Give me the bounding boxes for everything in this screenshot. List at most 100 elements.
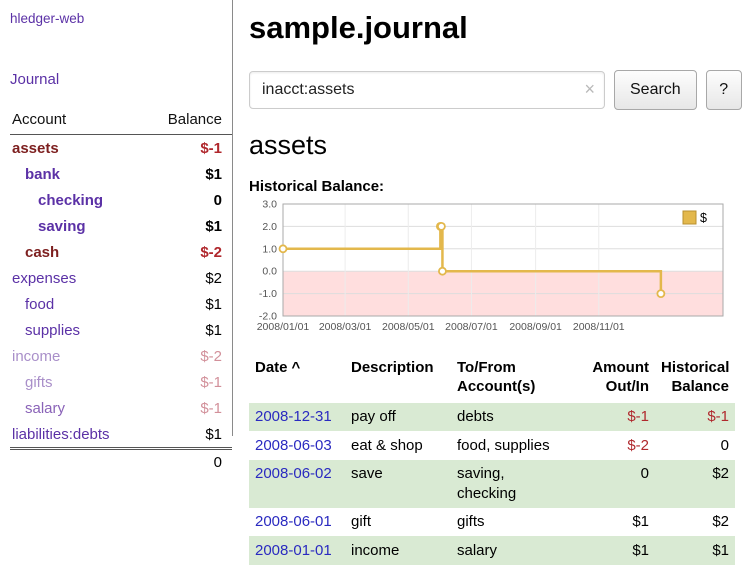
help-button[interactable]: ? (706, 70, 742, 110)
svg-text:2008/11/01: 2008/11/01 (573, 321, 625, 333)
account-link[interactable]: saving (38, 218, 86, 235)
journal-link[interactable]: Journal (10, 71, 59, 88)
transaction-date-link[interactable]: 2008-06-02 (255, 465, 332, 482)
register-row: 2008-12-31pay offdebts$-1$-1 (249, 403, 735, 432)
transaction-description: gift (345, 508, 451, 537)
svg-text:1.0: 1.0 (262, 243, 277, 255)
balance-chart: 3.02.01.00.0-1.0-2.02008/01/012008/03/01… (249, 198, 742, 348)
account-heading: assets (249, 130, 742, 161)
sort-ascending-icon: ^ (292, 359, 301, 376)
accounts-body: assets$-1bank$1checking0saving$1cash$-2e… (10, 135, 232, 449)
transaction-description: pay off (345, 403, 451, 432)
account-balance: $-1 (143, 135, 232, 162)
account-balance: $1 (143, 213, 232, 239)
account-link[interactable]: supplies (25, 322, 80, 339)
transaction-description: save (345, 460, 451, 508)
account-balance: $-1 (143, 395, 232, 421)
register-row: 2008-06-01giftgifts$1$2 (249, 508, 735, 537)
transaction-amount: $1 (581, 536, 655, 565)
svg-text:0.0: 0.0 (262, 266, 277, 278)
register-row: 2008-06-02 savesaving, checking0$2 (249, 460, 735, 508)
chart-heading: Historical Balance: (249, 178, 742, 195)
register-row: 2008-01-01incomesalary$1$1 (249, 536, 735, 565)
account-link[interactable]: bank (25, 166, 60, 183)
transaction-date-link[interactable]: 2008-06-01 (255, 513, 332, 530)
search-row: × Search ? (249, 70, 742, 110)
register-header-description: Description (345, 357, 451, 403)
account-row: bank $1 (10, 161, 232, 187)
register-header-amount: Amount Out/In (581, 357, 655, 403)
transaction-accounts: salary (451, 536, 581, 565)
account-row: gifts $-1 (10, 369, 232, 395)
svg-text:-1.0: -1.0 (259, 288, 277, 300)
accounts-table: Account Balance assets $-1 bank $1 checking 0… (10, 108, 232, 471)
svg-text:2.0: 2.0 (262, 221, 277, 233)
transaction-accounts: saving, checking (451, 460, 581, 508)
account-balance: $-2 (143, 239, 232, 265)
account-balance: $-1 (143, 369, 232, 395)
register-header-accounts: To/From Account(s) (451, 357, 581, 403)
transaction-balance: $2 (655, 460, 735, 508)
register-header-balance: Historical Balance (655, 357, 735, 403)
svg-text:2008/03/01: 2008/03/01 (319, 321, 372, 333)
transaction-date-link[interactable]: 2008-12-31 (255, 408, 332, 425)
transaction-description: income (345, 536, 451, 565)
account-balance: $1 (143, 291, 232, 317)
svg-text:2008/07/01: 2008/07/01 (445, 321, 498, 333)
transaction-amount: 0 (581, 460, 655, 508)
accounts-header-account: Account (10, 108, 143, 135)
account-row: salary $-1 (10, 395, 232, 421)
account-balance: $-2 (143, 343, 232, 369)
account-link[interactable]: assets (12, 140, 59, 157)
accounts-total: 0 (143, 449, 232, 472)
transaction-accounts: food, supplies (451, 431, 581, 460)
transaction-balance: 0 (655, 431, 735, 460)
transaction-balance: $2 (655, 508, 735, 537)
page-title: sample.journal (249, 10, 742, 46)
transaction-description: eat & shop (345, 431, 451, 460)
account-link[interactable]: salary (25, 400, 65, 417)
register-body: 2008-12-31pay offdebts$-1$-12008-06-03ea… (249, 403, 735, 565)
account-link[interactable]: gifts (25, 374, 53, 391)
transaction-amount: $-2 (581, 431, 655, 460)
account-balance: $1 (143, 421, 232, 449)
register-header-date[interactable]: Date^ (249, 357, 345, 403)
account-link[interactable]: checking (38, 192, 103, 209)
account-link[interactable]: food (25, 296, 54, 313)
account-row: food $1 (10, 291, 232, 317)
account-row: expenses $2 (10, 265, 232, 291)
transaction-balance: $1 (655, 536, 735, 565)
account-link[interactable]: expenses (12, 270, 76, 287)
transaction-balance: $-1 (655, 403, 735, 432)
transaction-date-link[interactable]: 2008-06-03 (255, 437, 332, 454)
search-button[interactable]: Search (614, 70, 697, 110)
account-link[interactable]: income (12, 348, 60, 365)
transaction-accounts: debts (451, 403, 581, 432)
historical-balance-chart: 3.02.01.00.0-1.0-2.02008/01/012008/03/01… (249, 198, 731, 344)
app-title-link[interactable]: hledger-web (10, 11, 84, 26)
account-balance: 0 (143, 187, 232, 213)
svg-text:2008/05/01: 2008/05/01 (382, 321, 435, 333)
clear-search-icon[interactable]: × (584, 79, 595, 99)
account-balance: $1 (143, 317, 232, 343)
account-row: checking 0 (10, 187, 232, 213)
account-link[interactable]: liabilities:debts (12, 426, 110, 443)
account-link[interactable]: cash (25, 244, 59, 261)
accounts-header-balance: Balance (143, 108, 232, 135)
svg-text:2008/01/01: 2008/01/01 (257, 321, 310, 333)
account-balance: $1 (143, 161, 232, 187)
svg-text:3.0: 3.0 (262, 199, 277, 211)
account-row: income $-2 (10, 343, 232, 369)
sidebar: hledger-web Journal Account Balance asse… (0, 0, 233, 436)
register-header-row: Date^ Description To/From Account(s) Amo… (249, 357, 735, 403)
page: hledger-web Journal Account Balance asse… (0, 0, 742, 565)
transaction-date-link[interactable]: 2008-01-01 (255, 542, 332, 559)
search-input[interactable] (249, 71, 605, 109)
transaction-amount: $-1 (581, 403, 655, 432)
transaction-amount: $1 (581, 508, 655, 537)
accounts-total-row: 0 (10, 449, 232, 472)
account-row: assets $-1 (10, 135, 232, 162)
account-row: cash $-2 (10, 239, 232, 265)
account-row: liabilities:debts $1 (10, 421, 232, 449)
account-balance: $2 (143, 265, 232, 291)
